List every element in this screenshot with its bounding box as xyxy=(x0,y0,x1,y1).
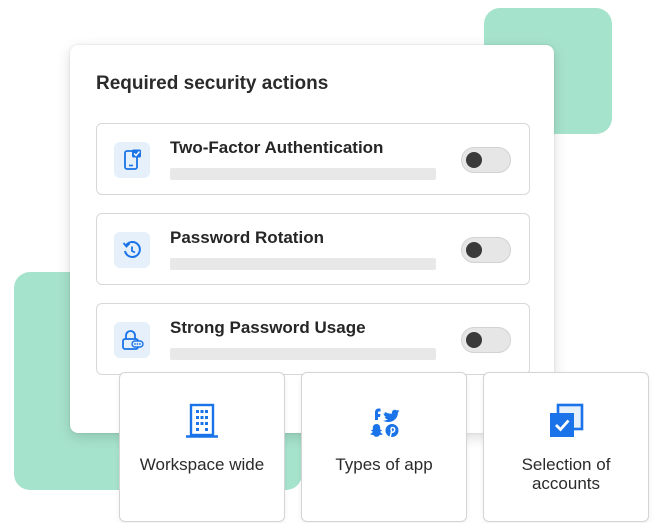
action-row-strong-password: Strong Password Usage xyxy=(96,303,530,375)
scope-tile-app-types[interactable]: Types of app xyxy=(301,372,467,522)
phone-check-icon xyxy=(114,142,150,178)
action-row-two-factor: Two-Factor Authentication xyxy=(96,123,530,195)
action-label: Password Rotation xyxy=(170,228,324,247)
lock-password-icon xyxy=(114,322,150,358)
building-icon xyxy=(120,403,284,439)
toggle-knob xyxy=(466,242,482,258)
social-apps-icon xyxy=(302,403,466,439)
password-rotation-toggle[interactable] xyxy=(461,237,511,263)
two-factor-toggle[interactable] xyxy=(461,147,511,173)
scope-tile-accounts[interactable]: Selection of accounts xyxy=(483,372,649,522)
tile-label: Workspace wide xyxy=(139,455,265,474)
toggle-knob xyxy=(466,152,482,168)
action-row-password-rotation: Password Rotation xyxy=(96,213,530,285)
strong-password-toggle[interactable] xyxy=(461,327,511,353)
clock-rotate-icon xyxy=(114,232,150,268)
placeholder-bar xyxy=(170,168,436,180)
placeholder-bar xyxy=(170,258,436,270)
card-title: Required security actions xyxy=(96,73,329,94)
action-label: Strong Password Usage xyxy=(170,318,366,337)
tile-label: Selection of accounts xyxy=(521,455,611,493)
multi-select-icon xyxy=(484,403,648,439)
scope-tile-workspace[interactable]: Workspace wide xyxy=(119,372,285,522)
toggle-knob xyxy=(466,332,482,348)
tile-label: Types of app xyxy=(335,455,433,474)
placeholder-bar xyxy=(170,348,436,360)
action-label: Two-Factor Authentication xyxy=(170,138,384,157)
